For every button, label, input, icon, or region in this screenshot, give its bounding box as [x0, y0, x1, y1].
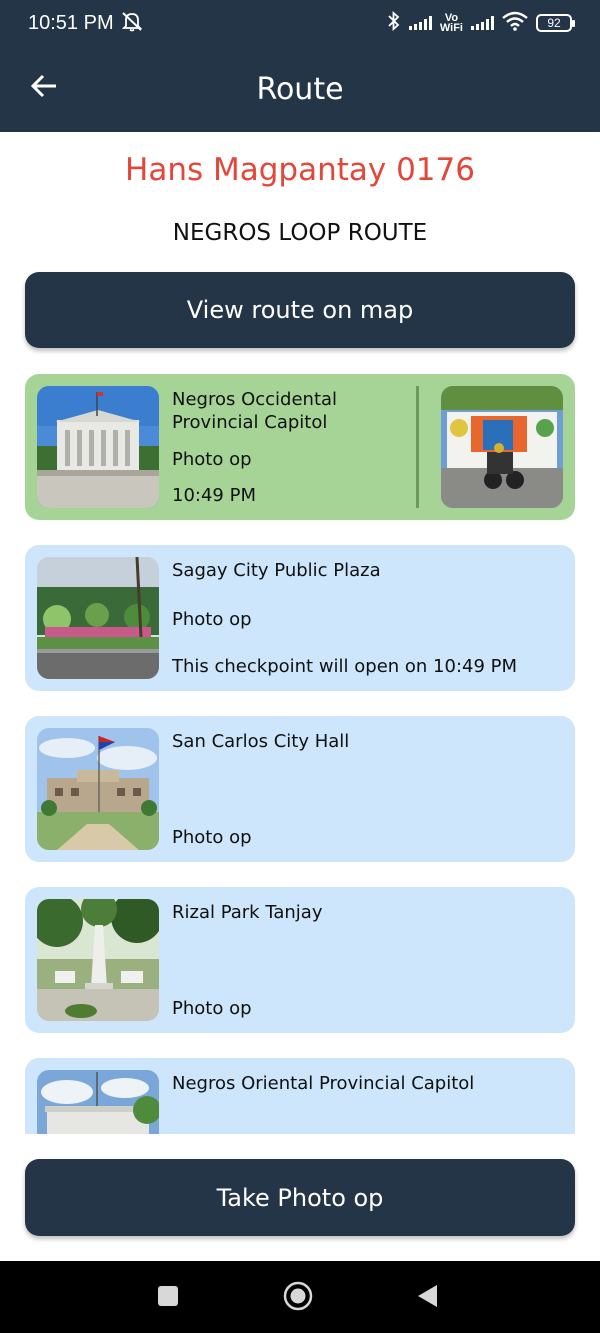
take-photo-op-label: Take Photo op	[216, 1183, 384, 1212]
checkpoint-info: Negros Occidental Provincial Capitol Pho…	[172, 386, 362, 508]
recents-icon	[157, 1285, 179, 1311]
view-route-on-map-label: View route on map	[186, 296, 414, 324]
checkpoint-info: San Carlos City Hall Photo op	[172, 728, 349, 850]
page-title: Route	[256, 71, 344, 107]
checkpoint-photo	[37, 728, 159, 850]
vowifi-bottom: WiFi	[439, 22, 463, 34]
bluetooth-icon	[387, 10, 401, 36]
checkpoint-info: Negros Oriental Provincial Capitol	[172, 1070, 474, 1134]
mute-icon	[120, 10, 144, 36]
submitted-photo[interactable]	[441, 386, 563, 508]
rider-name: Hans Magpantay 0176	[125, 152, 475, 188]
signal-icon	[408, 16, 432, 30]
checkpoint-photo	[37, 1070, 159, 1134]
checkpoint-name: Negros Occidental Provincial Capitol	[172, 389, 338, 433]
home-icon	[282, 1280, 314, 1316]
app-bar: Route	[0, 46, 600, 132]
checkpoint-name: Rizal Park Tanjay	[172, 902, 323, 923]
checkpoint-card[interactable]: Negros Occidental Provincial Capitol Pho…	[25, 374, 575, 520]
checkpoint-name: Sagay City Public Plaza	[172, 560, 381, 581]
checkpoint-type: Photo op	[172, 449, 252, 470]
battery-icon: 92	[536, 14, 575, 32]
divider	[416, 386, 419, 508]
wifi-icon	[502, 11, 528, 36]
battery-level: 92	[547, 16, 561, 30]
checkpoint-photo	[37, 557, 159, 679]
checkpoint-list[interactable]: Negros Occidental Provincial Capitol Pho…	[0, 360, 600, 1134]
checkpoint-name: Negros Oriental Provincial Capitol	[172, 1073, 475, 1094]
checkpoint-info: Sagay City Public Plaza Photo op This ch…	[172, 557, 517, 679]
status-right: Vo WiFi 92	[387, 10, 575, 36]
back-triangle-icon	[415, 1283, 439, 1313]
checkpoint-name: San Carlos City Hall	[172, 731, 350, 752]
checkpoint-info: Rizal Park Tanjay Photo op	[172, 899, 322, 1021]
status-left: 10:51 PM	[28, 10, 144, 36]
system-back-button[interactable]	[410, 1281, 444, 1315]
checkpoint-photo	[37, 386, 159, 508]
recents-button[interactable]	[151, 1281, 185, 1315]
checkpoint-type: Photo op	[172, 998, 252, 1019]
checkpoint-card[interactable]: Rizal Park Tanjay Photo op	[25, 887, 575, 1033]
arrow-left-icon	[30, 74, 58, 102]
signal-icon-2	[471, 16, 494, 30]
status-time: 10:51 PM	[28, 11, 114, 34]
checkpoint-status: This checkpoint will open on 10:49 PM	[172, 656, 518, 677]
vowifi-label: Vo WiFi	[439, 13, 463, 34]
checkpoint-time: 10:49 PM	[172, 485, 256, 506]
checkpoint-photo	[37, 899, 159, 1021]
take-photo-op-button[interactable]: Take Photo op	[25, 1159, 575, 1236]
checkpoint-card[interactable]: Negros Oriental Provincial Capitol	[25, 1058, 575, 1134]
view-route-on-map-button[interactable]: View route on map	[25, 272, 575, 348]
back-button[interactable]	[22, 66, 66, 110]
route-name: NEGROS LOOP ROUTE	[172, 220, 428, 246]
checkpoint-card[interactable]: Sagay City Public Plaza Photo op This ch…	[25, 545, 575, 691]
checkpoint-type: Photo op	[172, 608, 252, 630]
status-bar: 10:51 PM Vo WiFi 92	[0, 0, 600, 46]
home-button[interactable]	[281, 1281, 315, 1315]
checkpoint-card[interactable]: San Carlos City Hall Photo op	[25, 716, 575, 862]
checkpoint-type: Photo op	[172, 827, 252, 848]
system-nav-bar	[0, 1261, 600, 1333]
